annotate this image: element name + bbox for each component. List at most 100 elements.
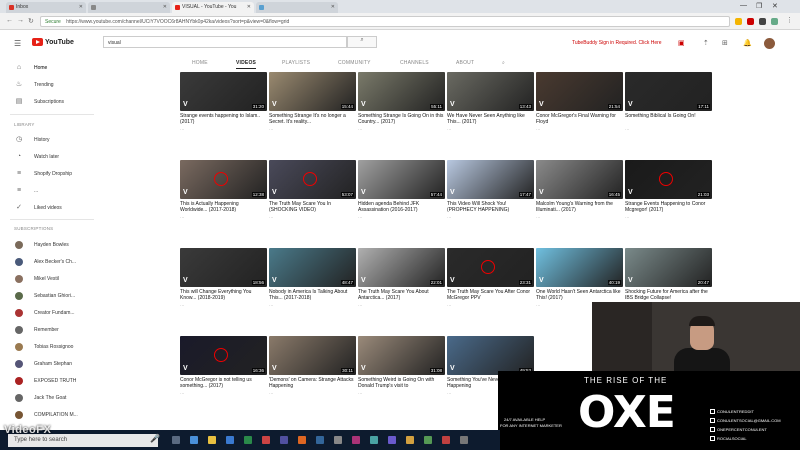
reload-icon[interactable]: ↻ [28, 17, 34, 25]
sidebar-item-liked-videos[interactable]: ✓ Liked videos [0, 202, 96, 214]
edge-icon[interactable] [190, 436, 198, 444]
notifications-icon[interactable]: 🔔 [743, 39, 752, 47]
sidebar-item-channel[interactable]: Graham Stephan [0, 358, 96, 370]
search-button[interactable]: ⌕ [347, 36, 377, 48]
tab-playlists[interactable]: PLAYLISTS [282, 60, 310, 66]
tab-channels[interactable]: CHANNELS [400, 60, 429, 66]
app-icon[interactable] [460, 436, 468, 444]
video-card[interactable]: 21:03 Strange Events Happening to Conor M… [625, 160, 712, 222]
video-card[interactable]: 31:08 Something Weird is Going On with Do… [358, 336, 445, 398]
sidebar-item-home[interactable]: ⌂ Home [0, 62, 96, 74]
close-icon[interactable]: ✕ [163, 4, 167, 10]
app-icon[interactable] [298, 436, 306, 444]
video-card[interactable]: 21:54 Conor McGregor's Final Warning for … [536, 72, 623, 134]
extension-icon[interactable] [759, 18, 766, 25]
video-thumbnail[interactable]: 20:47 [625, 248, 712, 287]
video-thumbnail[interactable]: 40:19 [536, 248, 623, 287]
sidebar-item-channel[interactable]: Remember [0, 324, 96, 336]
video-title[interactable]: This Video Will Shock You! (PROPHECY HAP… [447, 201, 534, 213]
video-card[interactable]: 53:07 The Truth May Scare You In (SHOCKIN… [269, 160, 356, 222]
task-view-icon[interactable] [172, 436, 180, 444]
search-input[interactable]: visual [103, 36, 347, 48]
browser-tab-2[interactable]: ✕ [88, 2, 170, 13]
video-thumbnail[interactable]: 13:43 [447, 72, 534, 111]
app-icon[interactable] [442, 436, 450, 444]
youtube-logo[interactable]: YouTube [32, 38, 74, 46]
menu-dots-icon[interactable]: ⋮ [786, 16, 793, 24]
sidebar-item-subscriptions[interactable]: ▤ Subscriptions [0, 96, 96, 108]
browser-tab-youtube[interactable]: VISUAL - YouTube - You ✕ [172, 2, 254, 13]
video-title[interactable]: The Truth May Scare You In (SHOCKING VID… [269, 201, 356, 213]
video-title[interactable]: Malcolm Young's Warning from the Illumin… [536, 201, 623, 213]
upload-icon[interactable]: ⇡ [703, 39, 709, 47]
video-title[interactable]: Hidden agenda Behind JFK Assassination (… [358, 201, 445, 213]
minimize-icon[interactable]: — [740, 2, 747, 9]
sidebar-item-channel[interactable]: Hayden Bowles [0, 239, 96, 251]
app-icon[interactable] [406, 436, 414, 444]
sidebar-item-channel[interactable]: COMPILATION M... [0, 409, 96, 421]
store-icon[interactable] [226, 436, 234, 444]
video-card[interactable]: 17:47 This Video Will Shock You! (PROPHEC… [447, 160, 534, 222]
account-avatar[interactable] [764, 38, 775, 49]
app-icon[interactable] [244, 436, 252, 444]
video-title[interactable]: Strange Events Happening to Conor Mcgreg… [625, 201, 712, 213]
video-card[interactable]: 31:20 Strange events happening to Islam..… [180, 72, 267, 134]
video-card[interactable]: 12:38 This is Actually Happening Worldwid… [180, 160, 267, 222]
video-title[interactable]: Nobody in America Is Talking About This.… [269, 289, 356, 301]
video-card[interactable]: 55:11 Something Strange Is Going On in th… [358, 72, 445, 134]
tab-community[interactable]: COMMUNITY [338, 60, 371, 66]
video-title[interactable]: One World Hasn't Seen Antarctica like Th… [536, 289, 623, 301]
video-title[interactable]: Something Strange Is Going On in this Co… [358, 113, 445, 125]
sidebar-item-channel[interactable]: Mikel Vestil [0, 273, 96, 285]
extension-icon[interactable] [747, 18, 754, 25]
sidebar-item-channel[interactable]: Sebastian Ghiori... [0, 290, 96, 302]
video-thumbnail[interactable]: 17:47 [447, 160, 534, 199]
video-card[interactable]: 48:47 Nobody in America Is Talking About … [269, 248, 356, 310]
tab-videos[interactable]: VIDEOS [236, 60, 257, 69]
folder-icon[interactable] [208, 436, 216, 444]
video-card[interactable]: 15:44 Something Strange It's no longer a … [269, 72, 356, 134]
video-title[interactable]: This is Actually Happening Worldwide... … [180, 201, 267, 213]
video-card[interactable]: 40:19 One World Hasn't Seen Antarctica li… [536, 248, 623, 310]
close-icon[interactable]: ✕ [331, 4, 335, 10]
video-thumbnail[interactable]: 22:01 [358, 248, 445, 287]
tab-home[interactable]: HOME [192, 60, 208, 66]
video-title[interactable]: Something Strange It's no longer a Secre… [269, 113, 356, 125]
close-icon[interactable]: ✕ [79, 4, 83, 10]
sidebar-item-channel[interactable]: Tobias Rossignoo [0, 341, 96, 353]
close-window-icon[interactable]: ✕ [772, 2, 778, 10]
video-card[interactable]: 30:11 'Demons' on Camera: Strange Attacks… [269, 336, 356, 398]
video-card[interactable]: 22:01 The Truth May Scare You About Antar… [358, 248, 445, 310]
sidebar-item-playlist[interactable]: ≡ ... [0, 185, 96, 197]
forward-icon[interactable]: → [17, 17, 24, 24]
video-title[interactable]: The Truth May Scare You About Antarctica… [358, 289, 445, 301]
video-thumbnail[interactable]: 57:44 [358, 160, 445, 199]
video-card[interactable]: 23:31 The Truth May Scare You After Conor… [447, 248, 534, 310]
video-card[interactable]: 16:36 Conor McGregor is not telling us so… [180, 336, 267, 398]
video-card[interactable]: 18:56 This will Change Everything You Kno… [180, 248, 267, 310]
sidebar-item-channel[interactable]: Jack The Goat [0, 392, 96, 404]
video-card[interactable]: 20:47 Shocking Future for America after t… [625, 248, 712, 310]
tab-about[interactable]: ABOUT [456, 60, 474, 66]
app-icon[interactable] [352, 436, 360, 444]
video-title[interactable]: Conor McGregor is not telling us somethi… [180, 377, 267, 389]
video-title[interactable]: This will Change Everything You Know... … [180, 289, 267, 301]
sidebar-item-playlist[interactable]: ≡ Shopify Dropship [0, 168, 96, 180]
video-title[interactable]: Conor McGregor's Final Warning for Floyd [536, 113, 623, 125]
video-title[interactable]: 'Demons' on Camera: Strange Attacks Happ… [269, 377, 356, 389]
apps-icon[interactable]: ⊞ [722, 39, 728, 47]
video-thumbnail[interactable]: 21:03 [625, 160, 712, 199]
video-card[interactable]: 17:11 Something Biblical Is Going On!… [625, 72, 712, 134]
video-title[interactable]: Shocking Future for America after the IB… [625, 289, 712, 301]
video-card[interactable]: 16:45 Malcolm Young's Warning from the Il… [536, 160, 623, 222]
video-thumbnail[interactable]: 16:36 [180, 336, 267, 375]
video-thumbnail[interactable]: 21:54 [536, 72, 623, 111]
video-title[interactable]: Something Weird is Going On with Donald … [358, 377, 445, 389]
sidebar-item-channel[interactable]: EXPOSED TRUTH [0, 375, 96, 387]
video-card[interactable]: 13:43 We Have Never Seen Anything like Th… [447, 72, 534, 134]
video-title[interactable]: The Truth May Scare You After Conor McGr… [447, 289, 534, 301]
video-thumbnail[interactable]: 23:31 [447, 248, 534, 287]
video-thumbnail[interactable]: 48:47 [269, 248, 356, 287]
sidebar-item-channel[interactable]: Creator Fundam... [0, 307, 96, 319]
video-title[interactable]: We Have Never Seen Anything like This...… [447, 113, 534, 125]
